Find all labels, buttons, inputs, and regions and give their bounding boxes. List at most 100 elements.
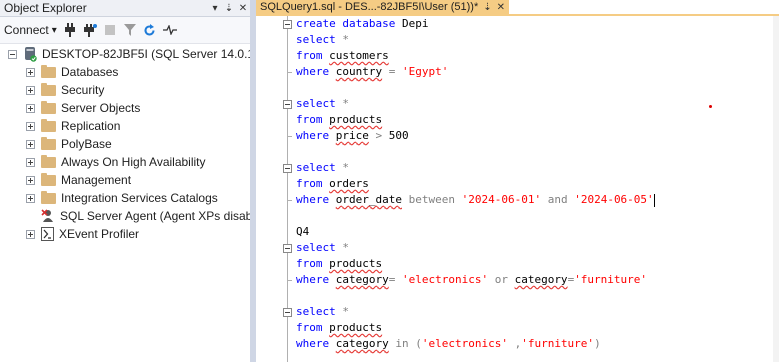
tree-node-label: Security bbox=[61, 83, 105, 97]
connect-button[interactable]: Connect ▾ bbox=[4, 23, 57, 37]
identifier-token: orders bbox=[329, 177, 369, 190]
operator-token: and bbox=[547, 193, 568, 206]
tree-node-label: SQL Server Agent (Agent XPs disabl bbox=[60, 209, 255, 223]
vertical-scrollbar[interactable] bbox=[773, 16, 779, 362]
filter-icon[interactable] bbox=[123, 23, 137, 37]
keyword-token: from bbox=[296, 49, 323, 62]
code-line: select * bbox=[296, 32, 349, 48]
expand-toggle[interactable] bbox=[26, 121, 35, 131]
code-line: from customers bbox=[296, 48, 389, 64]
operator-token: = bbox=[388, 273, 396, 286]
tree-node-label: Databases bbox=[61, 65, 119, 79]
code-line: select * bbox=[296, 160, 349, 176]
identifier-token: products bbox=[329, 257, 383, 270]
collapse-toggle[interactable] bbox=[8, 49, 17, 59]
code-line: Q4 bbox=[296, 224, 309, 240]
close-icon[interactable]: ✕ bbox=[236, 3, 250, 14]
keyword-token: from bbox=[296, 257, 323, 270]
tree-node-databases[interactable]: Databases bbox=[26, 63, 118, 81]
refresh-icon[interactable] bbox=[143, 23, 157, 37]
identifier-token: order_date bbox=[335, 193, 402, 206]
identifier-token: category bbox=[335, 337, 389, 350]
tree-node-management[interactable]: Management bbox=[26, 171, 131, 189]
server-label: DESKTOP-82JBF5I (SQL Server 14.0.1000 bbox=[42, 47, 275, 61]
folder-icon bbox=[41, 118, 56, 132]
keyword-token: from bbox=[296, 113, 323, 126]
expand-toggle[interactable] bbox=[26, 157, 35, 167]
sql-agent-icon bbox=[41, 209, 55, 223]
server-icon bbox=[23, 46, 37, 62]
tree-node-label: Replication bbox=[61, 119, 121, 133]
folder-icon bbox=[41, 64, 56, 78]
connect-label: Connect bbox=[4, 23, 49, 37]
object-explorer-panel: Object Explorer ▾ ⇣ ✕ Connect ▾ DESKTOP-… bbox=[0, 0, 274, 362]
pin-icon[interactable]: ⇣ bbox=[483, 2, 491, 13]
expand-toggle[interactable] bbox=[26, 229, 35, 239]
connect-plug-icon[interactable] bbox=[63, 23, 77, 37]
folder-icon bbox=[41, 136, 56, 150]
object-explorer-tree: DESKTOP-82JBF5I (SQL Server 14.0.1000 Da… bbox=[0, 44, 274, 362]
tab-title: SQLQuery1.sql - DES...-82JBF5I\User (51)… bbox=[260, 1, 479, 13]
tree-node-sql-agent[interactable]: SQL Server Agent (Agent XPs disabl bbox=[26, 207, 255, 225]
tree-node-integration-services[interactable]: Integration Services Catalogs bbox=[26, 189, 218, 207]
keyword-token: create database bbox=[296, 17, 396, 30]
code-line: where order_date between '2024-06-01' an… bbox=[296, 192, 655, 208]
identifier-token: customers bbox=[329, 49, 389, 62]
fold-toggle[interactable] bbox=[283, 100, 292, 109]
tree-node-label: Management bbox=[61, 173, 132, 187]
tree-node-label: Server Objects bbox=[61, 101, 141, 115]
fold-toggle[interactable] bbox=[283, 244, 292, 253]
stop-icon[interactable] bbox=[103, 23, 117, 37]
fold-toggle[interactable] bbox=[283, 308, 292, 317]
fold-toggle[interactable] bbox=[283, 164, 292, 173]
fold-end-marker bbox=[287, 72, 292, 73]
cursor-dot bbox=[709, 105, 712, 108]
tab-sqlquery1[interactable]: SQLQuery1.sql - DES...-82JBF5I\User (51)… bbox=[256, 0, 510, 14]
keyword-token: where bbox=[296, 129, 330, 142]
tree-node-replication[interactable]: Replication bbox=[26, 117, 120, 135]
expand-toggle[interactable] bbox=[26, 67, 35, 77]
fold-end-marker bbox=[287, 280, 292, 281]
string-token: '2024-06-05' bbox=[574, 193, 654, 206]
disconnect-plug-icon[interactable] bbox=[83, 23, 97, 37]
tree-node-polybase[interactable]: PolyBase bbox=[26, 135, 112, 153]
keyword-token: select bbox=[296, 161, 336, 174]
string-token: 'Egypt' bbox=[401, 65, 449, 78]
identifier-token: category bbox=[335, 273, 389, 286]
object-explorer-title: Object Explorer bbox=[4, 1, 87, 15]
identifier-token: products bbox=[329, 321, 383, 334]
keyword-token: where bbox=[296, 337, 330, 350]
code-area[interactable]: create database Depi select * from custo… bbox=[256, 16, 779, 362]
expand-toggle[interactable] bbox=[26, 193, 35, 203]
identifier-token: price bbox=[335, 129, 369, 142]
close-icon[interactable]: ✕ bbox=[497, 2, 505, 13]
folder-icon bbox=[41, 82, 56, 96]
code-line: create database Depi bbox=[296, 16, 428, 32]
expand-toggle[interactable] bbox=[26, 139, 35, 149]
operator-token: = bbox=[388, 65, 396, 78]
keyword-token: select bbox=[296, 33, 336, 46]
operator-token: or bbox=[494, 273, 508, 286]
operator-token: * bbox=[342, 161, 349, 174]
expand-toggle[interactable] bbox=[26, 103, 35, 113]
identifier-token: category bbox=[514, 273, 568, 286]
object-explorer-toolbar: Connect ▾ bbox=[0, 17, 250, 44]
fold-toggle[interactable] bbox=[283, 20, 292, 29]
operator-token: ) bbox=[594, 337, 601, 350]
string-token: '2024-06-01' bbox=[461, 193, 542, 206]
tree-node-xevent-profiler[interactable]: XEvent Profiler bbox=[26, 225, 139, 243]
expand-toggle[interactable] bbox=[26, 85, 35, 95]
object-explorer-titlebar: Object Explorer ▾ ⇣ ✕ bbox=[0, 0, 250, 17]
tree-node-security[interactable]: Security bbox=[26, 81, 104, 99]
expand-toggle[interactable] bbox=[26, 175, 35, 185]
tree-node-always-on[interactable]: Always On High Availability bbox=[26, 153, 206, 171]
operator-token: between bbox=[408, 193, 455, 206]
activity-monitor-icon[interactable] bbox=[162, 23, 177, 37]
pin-icon[interactable]: ⇣ bbox=[222, 3, 236, 14]
code-line: where category= 'electronics' or categor… bbox=[296, 272, 647, 288]
tree-node-server[interactable]: DESKTOP-82JBF5I (SQL Server 14.0.1000 bbox=[8, 45, 274, 63]
tree-node-server-objects[interactable]: Server Objects bbox=[26, 99, 140, 117]
code-line: from products bbox=[296, 256, 382, 272]
keyword-token: select bbox=[296, 305, 336, 318]
dropdown-icon[interactable]: ▾ bbox=[208, 3, 222, 14]
